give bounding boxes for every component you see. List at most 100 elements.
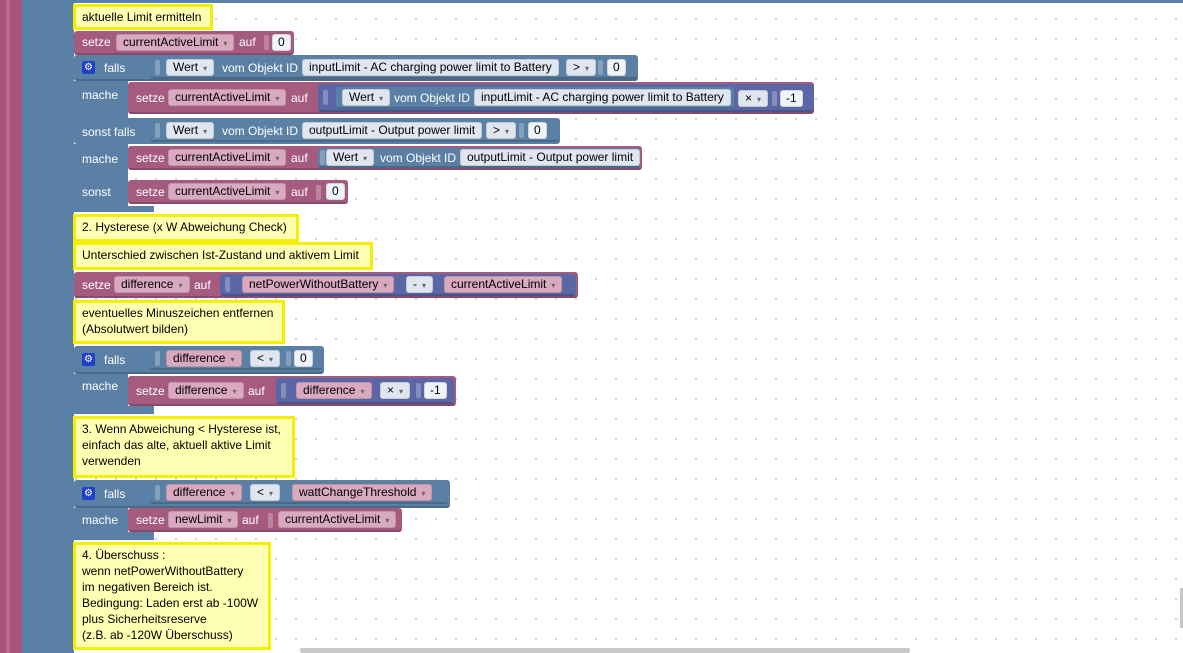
number-input[interactable]: -1 [424, 382, 447, 399]
get-state-block[interactable]: Wert ▾ vom Objekt ID outputLimit - Output… [318, 148, 641, 168]
dropdown-arrow-icon: ▾ [383, 281, 388, 290]
keyword-vom-objekt-id: vom Objekt ID [222, 61, 299, 75]
dropdown-arrow-icon: ▾ [203, 127, 208, 136]
object-id-field[interactable]: outputLimit - Output power limit [460, 149, 641, 166]
number-input[interactable]: 0 [607, 59, 626, 76]
variable-dropdown[interactable]: currentActiveLimit ▾ [116, 34, 235, 51]
variable-dropdown[interactable]: currentActiveLimit ▾ [444, 276, 563, 293]
object-id-field[interactable]: outputLimit - Output power limit [302, 122, 483, 139]
variable-dropdown[interactable]: difference ▾ [296, 382, 372, 399]
compare-block[interactable]: difference ▾ < ▾ 0 [150, 348, 322, 370]
math-minus-block[interactable]: netPowerWithoutBattery ▾ - ▾ currentActive… [220, 274, 576, 296]
get-state-block[interactable]: Wert ▾ vom Objekt ID inputLimit - AC char… [336, 87, 734, 109]
top-block-edge [22, 0, 1183, 3]
operator-dropdown[interactable]: > ▾ [486, 122, 517, 139]
keyword-setze: setze [136, 151, 165, 165]
input-connector [598, 60, 603, 75]
operator-dropdown[interactable]: × ▾ [380, 382, 411, 399]
keyword-sonst: sonst [82, 185, 111, 199]
comment-current-limit[interactable]: aktuelle Limit ermitteln [73, 4, 213, 30]
value-type-dropdown[interactable]: Wert ▾ [166, 122, 215, 139]
variable-dropdown[interactable]: currentActiveLimit ▾ [168, 89, 287, 106]
dropdown-arrow-icon: ▾ [275, 188, 280, 197]
operator-label: × [745, 91, 753, 105]
keyword-auf: auf [291, 91, 308, 105]
input-connector [268, 513, 273, 528]
operator-dropdown[interactable]: > ▾ [566, 59, 597, 76]
variable-dropdown[interactable]: difference ▾ [166, 484, 242, 501]
operator-label: < [257, 485, 265, 499]
if-block-bottom [74, 206, 154, 212]
dropdown-arrow-icon: ▾ [757, 95, 762, 104]
dropdown-arrow-icon: ▾ [230, 489, 235, 498]
dropdown-arrow-icon: ▾ [232, 387, 237, 396]
object-id-field[interactable]: inputLimit - AC charging power limit to … [474, 89, 731, 106]
keyword-setze: setze [82, 278, 111, 292]
set-current-active-limit-block[interactable]: setze currentActiveLimit ▾ auf 0 [128, 180, 348, 204]
variable-label: netPowerWithoutBattery [249, 277, 379, 291]
input-connector [155, 485, 160, 500]
variable-dropdown[interactable]: difference ▾ [114, 276, 190, 293]
operator-dropdown[interactable]: < ▾ [250, 484, 281, 501]
dropdown-arrow-icon: ▾ [227, 516, 232, 525]
variable-dropdown[interactable]: difference ▾ [168, 382, 244, 399]
comment-absolute-value[interactable]: eventuelles Minuszeichen entfernen (Abso… [73, 300, 285, 344]
operator-label: - [413, 277, 417, 291]
compare-block[interactable]: difference ▾ < ▾ wattChangeThreshold ▾ [150, 482, 448, 504]
number-input[interactable]: 0 [528, 122, 547, 139]
comment-hysterese[interactable]: 2. Hysterese (x W Abweichung Check) [73, 214, 299, 242]
keyword-falls: falls [104, 61, 126, 75]
dropdown-arrow-icon: ▾ [230, 355, 235, 364]
keyword-mache: mache [82, 379, 119, 393]
value-type-label: Wert [173, 123, 199, 137]
keyword-auf: auf [194, 278, 211, 292]
dropdown-arrow-icon: ▾ [385, 516, 390, 525]
variable-label: wattChangeThreshold [299, 485, 417, 499]
if-block-do-arm: mache [74, 81, 128, 121]
keyword-mache: mache [82, 513, 119, 527]
operator-label: × [387, 383, 395, 397]
variable-dropdown[interactable]: currentActiveLimit ▾ [168, 149, 287, 166]
comment-surplus[interactable]: 4. Überschuss : wenn netPowerWithoutBatt… [73, 542, 271, 650]
gear-icon[interactable]: ⚙ [82, 487, 95, 500]
keyword-vom-objekt-id: vom Objekt ID [380, 151, 457, 165]
value-type-dropdown[interactable]: Wert ▾ [342, 89, 391, 106]
variable-dropdown[interactable]: netPowerWithoutBattery ▾ [242, 276, 395, 293]
dropdown-arrow-icon: ▾ [223, 39, 228, 48]
gear-icon[interactable]: ⚙ [82, 61, 95, 74]
compare-block[interactable]: Wert ▾ vom Objekt ID inputLimit - AC char… [150, 57, 638, 79]
variable-dropdown[interactable]: wattChangeThreshold ▾ [292, 484, 433, 501]
object-id-field[interactable]: inputLimit - AC charging power limit to … [302, 59, 559, 76]
number-input[interactable]: 0 [272, 34, 291, 51]
horizontal-scrollbar[interactable] [300, 648, 910, 653]
variable-dropdown[interactable]: currentActiveLimit ▾ [168, 183, 287, 200]
value-type-label: Wert [173, 60, 199, 74]
dropdown-arrow-icon: ▾ [269, 489, 274, 498]
number-input[interactable]: 0 [326, 183, 345, 200]
input-connector [519, 123, 524, 138]
number-input[interactable]: -1 [780, 90, 803, 107]
comment-hysteresis-check[interactable]: 3. Wenn Abweichung < Hysterese ist, einf… [73, 416, 295, 478]
operator-dropdown[interactable]: - ▾ [406, 276, 434, 293]
variable-label: currentActiveLimit [451, 277, 547, 291]
number-input[interactable]: 0 [294, 350, 313, 367]
variable-dropdown[interactable]: newLimit ▾ [168, 511, 239, 528]
operator-dropdown[interactable]: × ▾ [738, 90, 769, 107]
math-multiply-block[interactable]: difference ▾ × ▾ -1 [276, 378, 454, 404]
variable-dropdown[interactable]: currentActiveLimit ▾ [278, 511, 397, 528]
keyword-mache: mache [82, 88, 119, 102]
variable-label: currentActiveLimit [175, 184, 271, 198]
set-current-active-limit-block[interactable]: setze currentActiveLimit ▾ auf 0 [74, 31, 294, 55]
set-new-limit-block[interactable]: setze newLimit ▾ auf currentActiveLimit ▾ [128, 508, 402, 532]
value-type-dropdown[interactable]: Wert ▾ [166, 59, 215, 76]
gear-icon[interactable]: ⚙ [82, 353, 95, 366]
value-type-label: Wert [333, 150, 359, 164]
dropdown-arrow-icon: ▾ [422, 281, 427, 290]
dropdown-arrow-icon: ▾ [275, 154, 280, 163]
compare-block[interactable]: Wert ▾ vom Objekt ID outputLimit - Output… [150, 120, 558, 142]
comment-difference[interactable]: Unterschied zwischen Ist-Zustand und akt… [73, 242, 373, 270]
dropdown-arrow-icon: ▾ [203, 64, 208, 73]
variable-dropdown[interactable]: difference ▾ [166, 350, 242, 367]
operator-dropdown[interactable]: < ▾ [250, 350, 281, 367]
value-type-dropdown[interactable]: Wert ▾ [326, 149, 375, 166]
